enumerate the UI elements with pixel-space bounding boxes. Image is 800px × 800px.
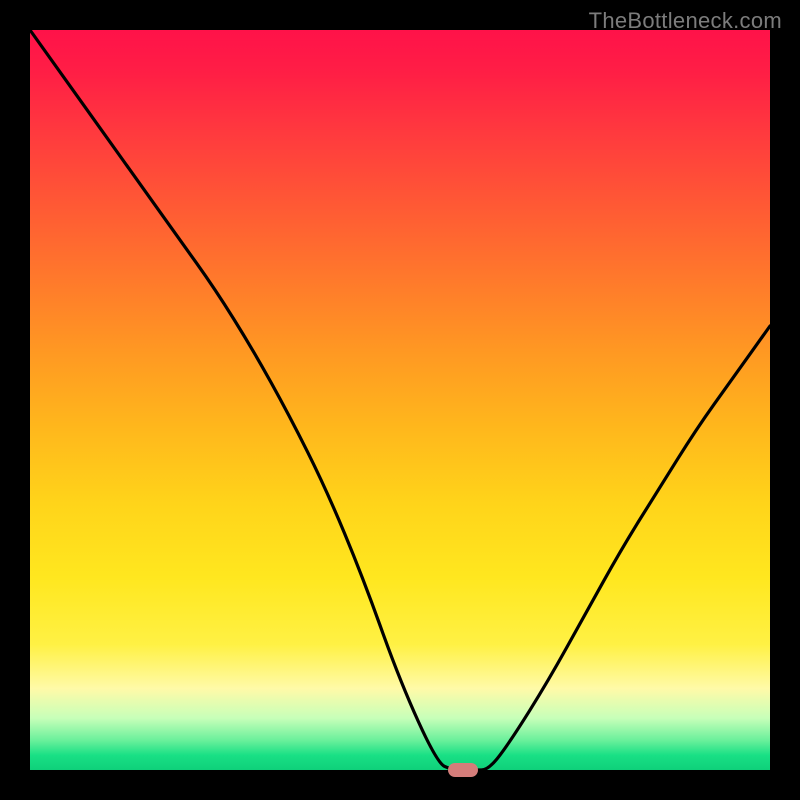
plot-area <box>30 30 770 770</box>
chart-frame: TheBottleneck.com <box>0 0 800 800</box>
bottleneck-curve <box>30 30 770 770</box>
optimum-marker <box>448 763 478 778</box>
